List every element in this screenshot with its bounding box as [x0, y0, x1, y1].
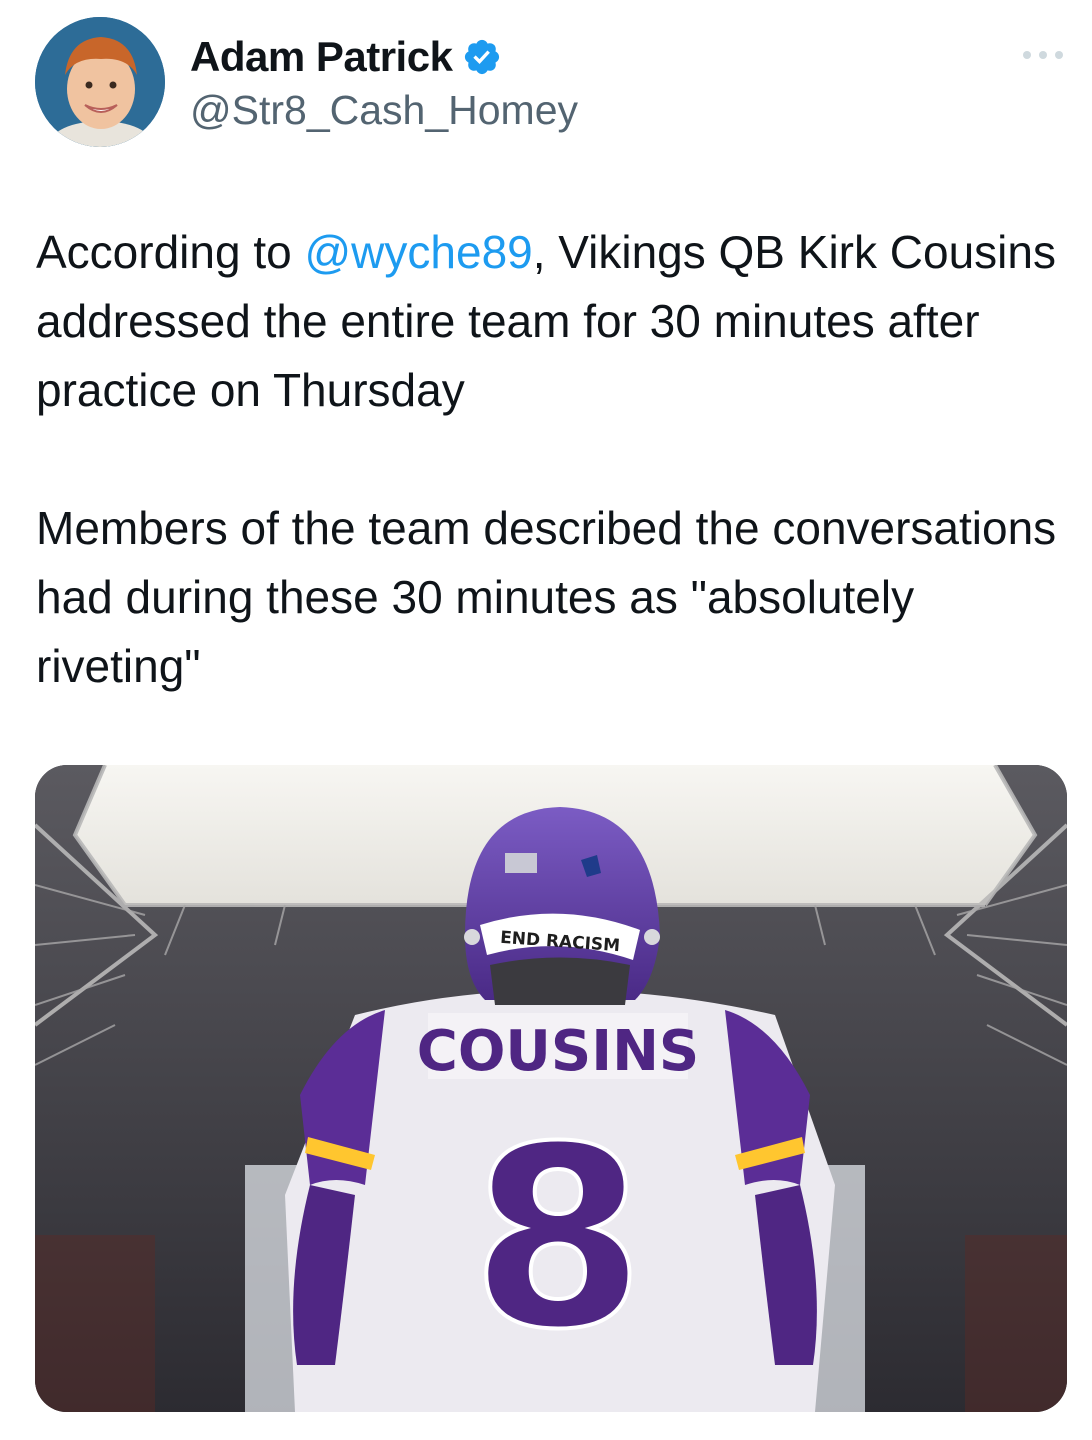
more-options-icon[interactable] [1018, 40, 1068, 70]
mention-link[interactable]: @wyche89 [304, 226, 532, 278]
jersey-number: 8 [471, 1093, 645, 1384]
tweet-paragraph-2: Members of the team described the conver… [36, 502, 1057, 692]
tweet-media-image[interactable]: COUSINS 8 END RACISM [35, 765, 1067, 1412]
jersey-name: COUSINS [417, 1019, 700, 1084]
tweet-text-segment: According to [36, 226, 305, 278]
media-illustration: COUSINS 8 END RACISM [35, 765, 1067, 1412]
author-handle[interactable]: @Str8_Cash_Homey [190, 86, 578, 134]
tweet-paragraph-1: According to @wyche89, Vikings QB Kirk C… [36, 218, 1076, 425]
avatar-image [35, 17, 165, 147]
verified-badge-icon [462, 37, 502, 77]
tweet-text: According to @wyche89, Vikings QB Kirk C… [36, 218, 1076, 701]
author-display-name[interactable]: Adam Patrick [190, 32, 453, 82]
avatar[interactable] [35, 17, 165, 147]
